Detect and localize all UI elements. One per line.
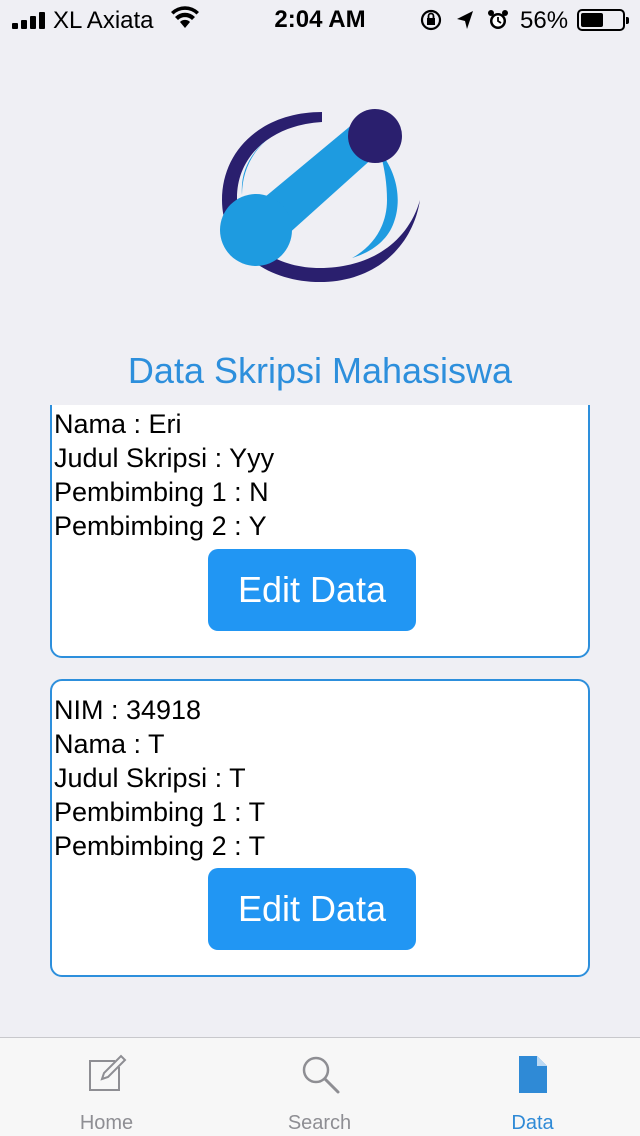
battery-percentage: 56% — [520, 7, 569, 34]
record-details: NIM : 34918 Nama : T Judul Skripsi : T P… — [54, 693, 265, 863]
battery-level — [581, 13, 604, 27]
page-title: Data Skripsi Mahasiswa — [127, 350, 513, 391]
record-nim: NIM : 34918 — [54, 695, 202, 725]
record-name: Nama : Eri — [54, 409, 182, 439]
record-supervisor-2: Pembimbing 2 : T — [54, 831, 266, 861]
tab-label: Data — [511, 1112, 554, 1134]
app-logo — [220, 109, 420, 282]
tab-label: Home — [79, 1112, 134, 1134]
tab-bar: Home Search Data — [0, 1037, 640, 1136]
record-list[interactable]: Nama : Eri Judul Skripsi : Yyy Pembimbin… — [0, 405, 640, 1037]
edit-data-button[interactable]: Edit Data — [208, 868, 416, 950]
tab-search[interactable]: Search — [213, 1038, 426, 1136]
record-thesis-title: Judul Skripsi : Yyy — [54, 443, 275, 473]
tab-data[interactable]: Data — [426, 1038, 639, 1136]
record-details: Nama : Eri Judul Skripsi : Yyy Pembimbin… — [54, 407, 274, 543]
record-supervisor-1: Pembimbing 1 : T — [54, 797, 266, 827]
location-arrow-icon — [457, 11, 473, 29]
tab-home[interactable]: Home — [0, 1038, 213, 1136]
search-icon — [302, 1056, 339, 1094]
alarm-icon — [488, 10, 508, 29]
record-thesis-title: Judul Skripsi : T — [54, 763, 246, 793]
record-card: Nama : Eri Judul Skripsi : Yyy Pembimbin… — [50, 405, 590, 658]
record-card: NIM : 34918 Nama : T Judul Skripsi : T P… — [50, 679, 590, 977]
record-supervisor-2: Pembimbing 2 : Y — [54, 511, 267, 541]
document-icon — [518, 1056, 547, 1093]
compose-icon — [88, 1054, 126, 1091]
tab-label: Search — [287, 1112, 352, 1134]
rotation-lock-icon — [420, 9, 442, 31]
record-name: Nama : T — [54, 729, 165, 759]
record-supervisor-1: Pembimbing 1 : N — [54, 477, 269, 507]
edit-data-button[interactable]: Edit Data — [208, 549, 416, 631]
status-bar: XL Axiata 2:04 AM 56% — [0, 0, 640, 40]
status-icons — [420, 9, 508, 31]
battery-icon — [577, 9, 629, 31]
